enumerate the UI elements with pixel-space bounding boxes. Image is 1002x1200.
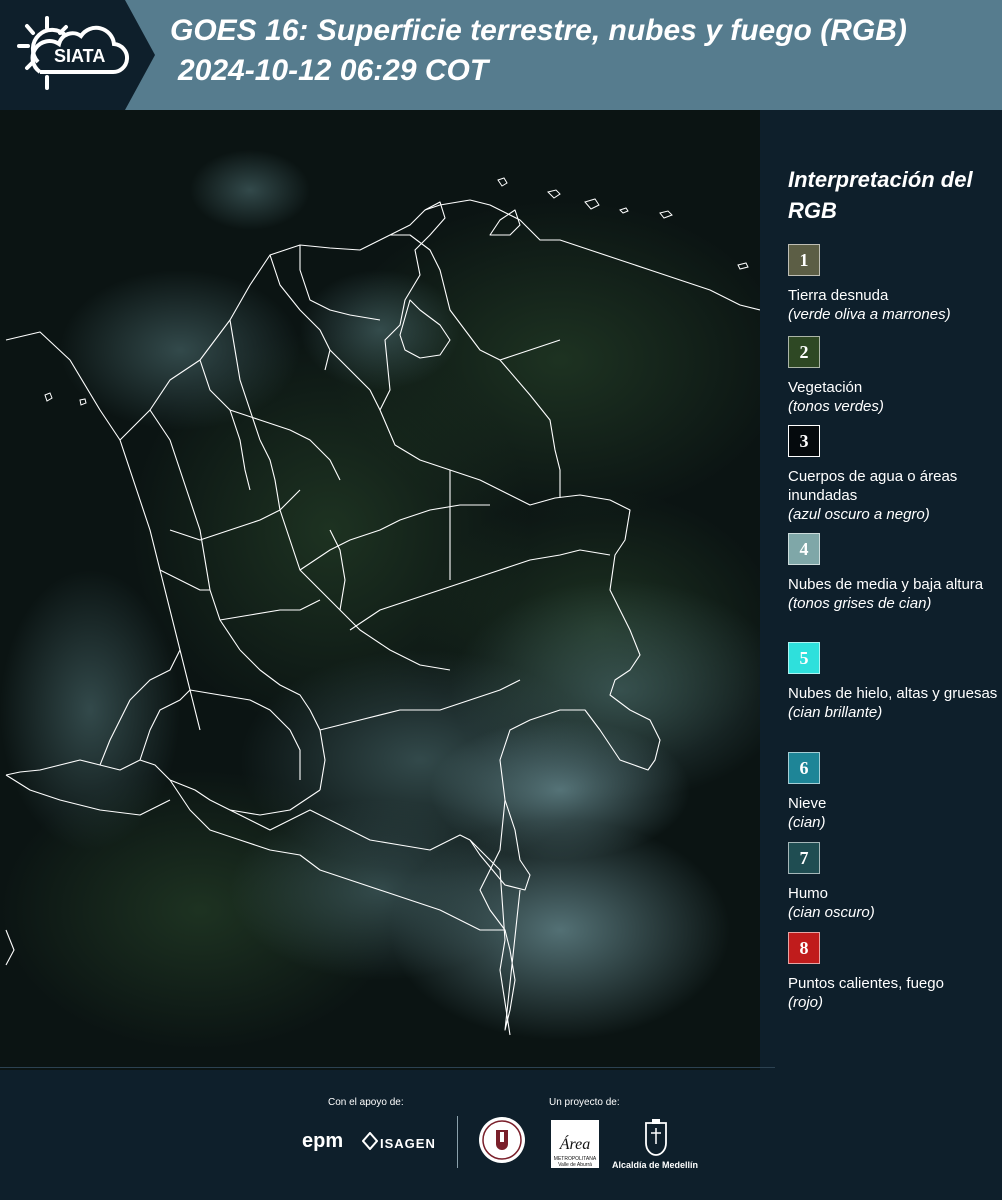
siata-logo[interactable]: SIATA — [0, 0, 155, 110]
legend-label: Nieve — [788, 795, 827, 812]
isagen-logo-icon — [362, 1132, 378, 1150]
area-metropolitana-logo[interactable]: Área METROPOLITANA Valle de Aburrá — [551, 1120, 599, 1168]
legend-label: Nubes de hielo, altas y gruesas — [788, 685, 998, 702]
alcaldia-crest-icon[interactable] — [643, 1119, 669, 1157]
map-icon — [0, 110, 760, 1070]
swatch-6: 6 — [788, 752, 820, 784]
footer: Con el apoyo de: Un proyecto de: epm ISA… — [0, 1067, 1002, 1200]
isagen-logo[interactable]: ISAGEN — [380, 1136, 436, 1151]
legend-label: Nubes de media y baja altura — [788, 576, 984, 593]
legend-desc: (cian oscuro) — [788, 904, 875, 921]
legend-label: Puntos calientes, fuego — [788, 975, 944, 992]
legend-panel: Interpretación del RGB 1 Tierra desnuda … — [760, 110, 1002, 1070]
legend-item-6: 6 Nieve (cian) — [788, 752, 998, 832]
svg-text:SIATA: SIATA — [54, 46, 105, 66]
legend-item-8: 8 Puntos calientes, fuego (rojo) — [788, 932, 998, 1012]
area-logo-sub: METROPOLITANA Valle de Aburrá — [553, 1156, 597, 1168]
area-logo-text: Área — [559, 1136, 591, 1153]
siata-logo-icon: SIATA — [0, 0, 155, 110]
timestamp: 2024-10-12 06:29 COT — [178, 54, 489, 87]
legend-desc: (azul oscuro a negro) — [788, 506, 930, 523]
project-label: Un proyecto de: — [549, 1097, 620, 1108]
legend-item-3: 3 Cuerpos de agua o áreas inundadas (azu… — [788, 425, 998, 524]
swatch-8: 8 — [788, 932, 820, 964]
legend-label: Humo — [788, 885, 829, 902]
epm-logo[interactable]: epm — [302, 1130, 343, 1153]
alcaldia-name: Alcaldía de Medellín — [612, 1160, 699, 1170]
footer-separator — [457, 1116, 458, 1168]
legend-desc: (tonos verdes) — [788, 398, 884, 415]
swatch-7: 7 — [788, 842, 820, 874]
swatch-1: 1 — [788, 244, 820, 276]
legend-label: Tierra desnuda — [788, 287, 889, 304]
legend-item-4: 4 Nubes de media y baja altura (tonos gr… — [788, 533, 998, 613]
legend-item-7: 7 Humo (cian oscuro) — [788, 842, 998, 922]
swatch-2: 2 — [788, 336, 820, 368]
legend-desc: (verde oliva a marrones) — [788, 306, 951, 323]
legend-desc: (rojo) — [788, 994, 824, 1011]
legend-item-2: 2 Vegetación (tonos verdes) — [788, 336, 998, 416]
swatch-5: 5 — [788, 642, 820, 674]
legend-title: Interpretación del RGB — [788, 167, 973, 223]
swatch-3: 3 — [788, 425, 820, 457]
legend-desc: (cian brillante) — [788, 704, 883, 721]
university-seal-icon[interactable] — [478, 1116, 526, 1164]
page-title: GOES 16: Superficie terrestre, nubes y f… — [170, 14, 907, 47]
legend-desc: (cian) — [788, 814, 826, 831]
legend-desc: (tonos grises de cian) — [788, 595, 932, 612]
legend-item-1: 1 Tierra desnuda (verde oliva a marrones… — [788, 244, 998, 324]
swatch-4: 4 — [788, 533, 820, 565]
legend-label: Vegetación — [788, 379, 863, 396]
legend-label: Cuerpos de agua o áreas inundadas — [788, 468, 958, 504]
footer-divider — [0, 1067, 775, 1068]
legend-item-5: 5 Nubes de hielo, altas y gruesas (cian … — [788, 642, 998, 722]
satellite-map[interactable] — [0, 110, 760, 1070]
support-label: Con el apoyo de: — [328, 1097, 404, 1108]
header-bar: SIATA GOES 16: Superficie terrestre, nub… — [0, 0, 1002, 110]
